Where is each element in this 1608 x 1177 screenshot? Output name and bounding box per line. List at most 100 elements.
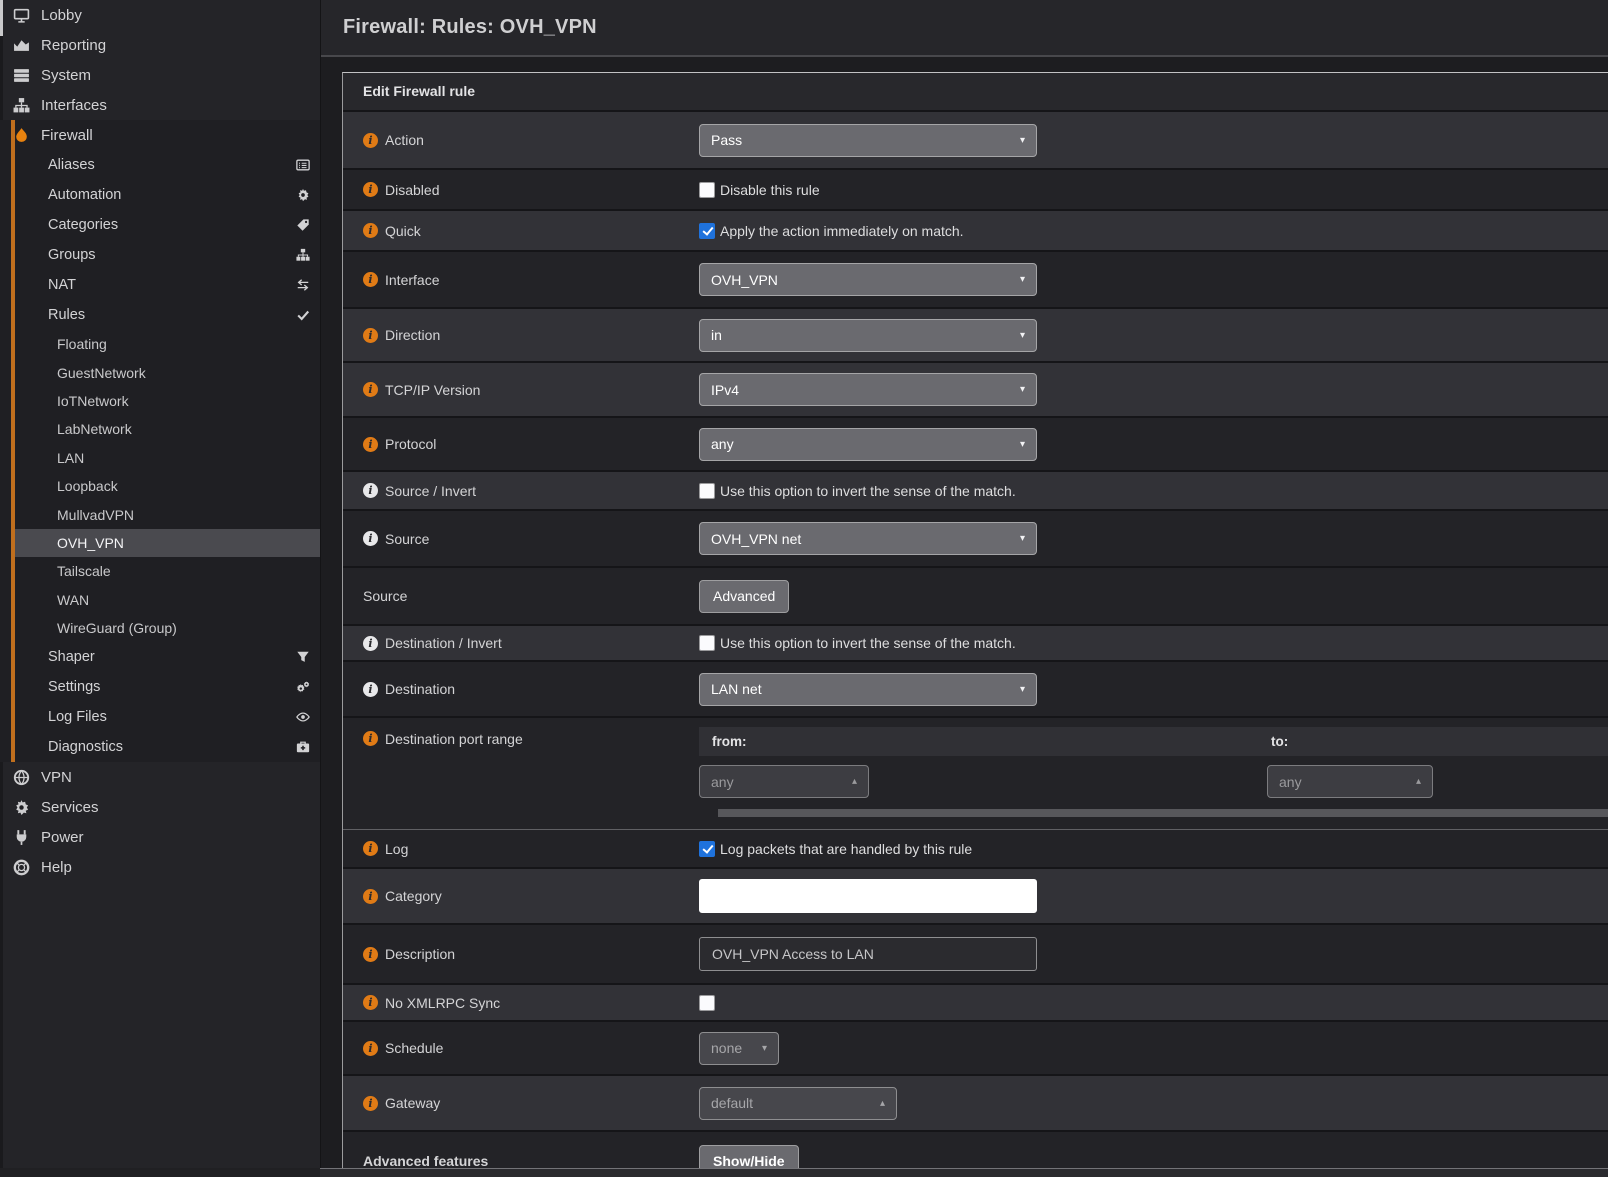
select-value: none: [711, 1040, 754, 1056]
field-label: i Destination / Invert: [343, 626, 699, 660]
fire-icon: [13, 127, 30, 144]
field-control: none▾: [699, 1022, 1608, 1074]
sidebar-item-label: LabNetwork: [57, 421, 132, 437]
info-icon[interactable]: i: [363, 995, 378, 1010]
source-invert-checkbox[interactable]: [699, 483, 715, 499]
sidebar-item-iotnetwork[interactable]: IoTNetwork: [0, 387, 320, 415]
info-icon[interactable]: i: [363, 272, 378, 287]
sidebar-item-interfaces[interactable]: Interfaces: [0, 90, 320, 120]
select-value: any: [711, 436, 1012, 452]
field-label-text: Interface: [385, 272, 439, 288]
sidebar-item-log-files[interactable]: Log Files: [0, 702, 320, 732]
field-label: iTCP/IP Version: [343, 363, 699, 416]
field-control: [699, 869, 1608, 923]
field-control: Use this option to invert the sense of t…: [699, 472, 1608, 509]
form-row-quick: iQuickApply the action immediately on ma…: [343, 209, 1608, 250]
info-icon[interactable]: i: [363, 483, 378, 498]
info-icon[interactable]: i: [363, 947, 378, 962]
sidebar-item-label: Log Files: [48, 709, 107, 725]
sidebar-item-firewall[interactable]: Firewall: [0, 120, 320, 150]
disabled-checkbox[interactable]: [699, 182, 715, 198]
field-label-text: Destination port range: [385, 731, 523, 747]
schedule-select[interactable]: none▾: [699, 1032, 779, 1065]
sidebar-item-mullvadvpn[interactable]: MullvadVPN: [0, 500, 320, 528]
info-icon[interactable]: i: [363, 531, 378, 546]
sidebar-item-lobby[interactable]: Lobby: [0, 0, 320, 30]
sidebar-item-nat[interactable]: NAT: [0, 270, 320, 300]
sidebar-item-groups[interactable]: Groups: [0, 240, 320, 270]
field-label-text: Destination: [385, 681, 455, 697]
field-control: Apply the action immediately on match.: [699, 211, 1608, 250]
destination-invert-checkbox[interactable]: [699, 635, 715, 651]
info-icon[interactable]: i: [363, 682, 378, 697]
advanced-button[interactable]: Advanced: [699, 580, 789, 613]
page-title-bar: Firewall: Rules: OVH_VPN: [321, 0, 1608, 57]
action-select[interactable]: Pass▾: [699, 124, 1037, 157]
field-label: i Destination: [343, 662, 699, 716]
form-row-category: iCategory: [343, 867, 1608, 923]
sidebar-item-wireguard-group[interactable]: WireGuard (Group): [0, 614, 320, 642]
field-label: iQuick: [343, 211, 699, 250]
field-label: iSource / Invert: [343, 472, 699, 509]
sidebar-item-loopback[interactable]: Loopback: [0, 472, 320, 500]
sidebar-item-services[interactable]: Services: [0, 792, 320, 822]
sidebar-item-tailscale[interactable]: Tailscale: [0, 557, 320, 585]
sidebar-scrollbar[interactable]: [0, 0, 3, 36]
sidebar-item-ovh-vpn[interactable]: OVH_VPN: [0, 529, 320, 557]
sidebar-item-rules[interactable]: Rules: [0, 300, 320, 330]
field-label: iCategory: [343, 869, 699, 923]
direction-select[interactable]: in▾: [699, 319, 1037, 352]
sidebar-item-label: System: [41, 67, 91, 84]
sidebar-item-categories[interactable]: Categories: [0, 210, 320, 240]
field-label-text: Destination / Invert: [385, 635, 502, 651]
info-icon[interactable]: i: [363, 731, 378, 746]
sidebar-item-automation[interactable]: Automation: [0, 180, 320, 210]
sidebar-item-help[interactable]: Help: [0, 852, 320, 882]
sidebar-item-wan[interactable]: WAN: [0, 586, 320, 614]
protocol-select[interactable]: any▾: [699, 428, 1037, 461]
tcp-ip-version-select[interactable]: IPv4▾: [699, 373, 1037, 406]
sidebar-item-shaper[interactable]: Shaper: [0, 642, 320, 672]
info-icon[interactable]: i: [363, 182, 378, 197]
no-xmlrpc-sync-checkbox[interactable]: [699, 995, 715, 1011]
info-icon[interactable]: i: [363, 636, 378, 651]
sidebar-item-reporting[interactable]: Reporting: [0, 30, 320, 60]
quick-checkbox[interactable]: [699, 223, 715, 239]
sidebar-item-label: VPN: [41, 769, 72, 786]
source-select[interactable]: OVH_VPN net▾: [699, 522, 1037, 555]
checkbox-label: Disable this rule: [720, 182, 820, 198]
sidebar-item-lan[interactable]: LAN: [0, 444, 320, 472]
log-checkbox[interactable]: [699, 841, 715, 857]
sidebar-item-system[interactable]: System: [0, 60, 320, 90]
field-label: i Interface: [343, 252, 699, 307]
caret-down-icon: ▾: [1020, 533, 1025, 544]
info-icon[interactable]: i: [363, 437, 378, 452]
info-icon[interactable]: i: [363, 841, 378, 856]
info-icon[interactable]: i: [363, 1041, 378, 1056]
info-icon[interactable]: i: [363, 328, 378, 343]
select-value: LAN net: [711, 681, 1012, 697]
interface-select[interactable]: OVH_VPN▾: [699, 263, 1037, 296]
sidebar-item-label: Categories: [48, 217, 118, 233]
sidebar-item-power[interactable]: Power: [0, 822, 320, 852]
sidebar-item-labnetwork[interactable]: LabNetwork: [0, 415, 320, 443]
gateway-select[interactable]: default▴: [699, 1087, 897, 1120]
sidebar-item-label: Interfaces: [41, 97, 107, 114]
info-icon[interactable]: i: [363, 382, 378, 397]
sidebar-item-diagnostics[interactable]: Diagnostics: [0, 732, 320, 762]
sidebar-item-vpn[interactable]: VPN: [0, 762, 320, 792]
checkbox-label: Use this option to invert the sense of t…: [720, 483, 1016, 499]
description-input[interactable]: [699, 937, 1037, 971]
sidebar-item-guestnetwork[interactable]: GuestNetwork: [0, 358, 320, 386]
checkbox-label: Use this option to invert the sense of t…: [720, 635, 1016, 651]
category-input[interactable]: [699, 879, 1037, 913]
info-icon[interactable]: i: [363, 133, 378, 148]
info-icon[interactable]: i: [363, 889, 378, 904]
sidebar-item-settings[interactable]: Settings: [0, 672, 320, 702]
sidebar-item-floating[interactable]: Floating: [0, 330, 320, 358]
destination-select[interactable]: LAN net▾: [699, 673, 1037, 706]
field-label-text: Schedule: [385, 1040, 443, 1056]
info-icon[interactable]: i: [363, 1096, 378, 1111]
sidebar-item-aliases[interactable]: Aliases: [0, 150, 320, 180]
info-icon[interactable]: i: [363, 223, 378, 238]
